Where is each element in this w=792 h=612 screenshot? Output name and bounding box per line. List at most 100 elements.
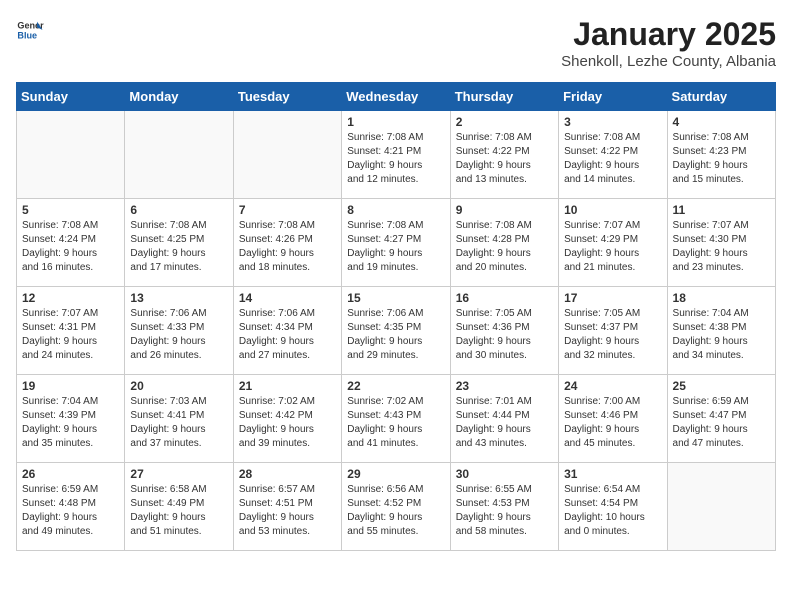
day-info: Sunrise: 6:54 AM Sunset: 4:54 PM Dayligh… <box>564 483 661 539</box>
calendar-cell: 25 Sunrise: 6:59 AM Sunset: 4:47 PM Dayli… <box>667 375 775 463</box>
day-info: Sunrise: 7:04 AM Sunset: 4:38 PM Dayligh… <box>673 307 770 363</box>
day-number: 27 <box>130 467 227 481</box>
day-info: Sunrise: 7:01 AM Sunset: 4:44 PM Dayligh… <box>456 395 553 451</box>
calendar-cell: 12Sunrise: 7:07 AM Sunset: 4:31 PM Dayli… <box>17 287 125 375</box>
day-info: Sunrise: 7:08 AM Sunset: 4:26 PM Dayligh… <box>239 219 336 275</box>
day-info: Sunrise: 7:07 AM Sunset: 4:29 PM Dayligh… <box>564 219 661 275</box>
calendar-cell: 27 Sunrise: 6:58 AM Sunset: 4:49 PM Dayli… <box>125 463 233 551</box>
day-number: 23 <box>456 379 553 393</box>
day-number: 9 <box>456 203 553 217</box>
day-number: 31 <box>564 467 661 481</box>
calendar-cell: 9 Sunrise: 7:08 AM Sunset: 4:28 PM Daylig… <box>450 199 558 287</box>
day-info: Sunrise: 7:03 AM Sunset: 4:41 PM Dayligh… <box>130 395 227 451</box>
day-number: 21 <box>239 379 336 393</box>
calendar-cell <box>233 111 341 199</box>
day-info: Sunrise: 7:08 AM Sunset: 4:22 PM Dayligh… <box>564 131 661 187</box>
day-number: 7 <box>239 203 336 217</box>
page-header: General Blue January 2025 Shenkoll, Lezh… <box>16 16 776 70</box>
day-number: 19 <box>22 379 119 393</box>
calendar-cell: 23 Sunrise: 7:01 AM Sunset: 4:44 PM Dayli… <box>450 375 558 463</box>
day-info: Sunrise: 7:06 AM Sunset: 4:33 PM Dayligh… <box>130 307 227 363</box>
day-number: 12 <box>22 291 119 305</box>
day-info: Sunrise: 7:08 AM Sunset: 4:24 PM Dayligh… <box>22 219 119 275</box>
day-number: 17 <box>564 291 661 305</box>
day-number: 4 <box>673 115 770 129</box>
day-info: Sunrise: 6:59 AM Sunset: 4:48 PM Dayligh… <box>22 483 119 539</box>
weekday-header-row: SundayMondayTuesdayWednesdayThursdayFrid… <box>17 83 776 111</box>
weekday-header-monday: Monday <box>125 83 233 111</box>
logo-icon: General Blue <box>16 16 44 44</box>
calendar-cell: 7 Sunrise: 7:08 AM Sunset: 4:26 PM Daylig… <box>233 199 341 287</box>
calendar-cell: 1Sunrise: 7:08 AM Sunset: 4:21 PM Daylig… <box>342 111 450 199</box>
day-number: 5 <box>22 203 119 217</box>
calendar-cell: 13 Sunrise: 7:06 AM Sunset: 4:33 PM Dayli… <box>125 287 233 375</box>
calendar-table: SundayMondayTuesdayWednesdayThursdayFrid… <box>16 82 776 551</box>
day-number: 16 <box>456 291 553 305</box>
day-number: 11 <box>673 203 770 217</box>
week-row-2: 5 Sunrise: 7:08 AM Sunset: 4:24 PM Daylig… <box>17 199 776 287</box>
day-number: 8 <box>347 203 444 217</box>
calendar-cell: 21 Sunrise: 7:02 AM Sunset: 4:42 PM Dayli… <box>233 375 341 463</box>
day-number: 10 <box>564 203 661 217</box>
day-info: Sunrise: 7:00 AM Sunset: 4:46 PM Dayligh… <box>564 395 661 451</box>
day-number: 2 <box>456 115 553 129</box>
day-info: Sunrise: 7:06 AM Sunset: 4:34 PM Dayligh… <box>239 307 336 363</box>
day-number: 14 <box>239 291 336 305</box>
day-info: Sunrise: 6:55 AM Sunset: 4:53 PM Dayligh… <box>456 483 553 539</box>
week-row-1: 1Sunrise: 7:08 AM Sunset: 4:21 PM Daylig… <box>17 111 776 199</box>
calendar-cell: 20 Sunrise: 7:03 AM Sunset: 4:41 PM Dayli… <box>125 375 233 463</box>
day-info: Sunrise: 7:08 AM Sunset: 4:25 PM Dayligh… <box>130 219 227 275</box>
day-number: 29 <box>347 467 444 481</box>
day-number: 3 <box>564 115 661 129</box>
calendar-cell <box>17 111 125 199</box>
calendar-cell: 8 Sunrise: 7:08 AM Sunset: 4:27 PM Daylig… <box>342 199 450 287</box>
calendar-title: January 2025 <box>561 16 776 53</box>
day-number: 25 <box>673 379 770 393</box>
weekday-header-saturday: Saturday <box>667 83 775 111</box>
day-number: 6 <box>130 203 227 217</box>
day-info: Sunrise: 7:05 AM Sunset: 4:37 PM Dayligh… <box>564 307 661 363</box>
day-info: Sunrise: 6:58 AM Sunset: 4:49 PM Dayligh… <box>130 483 227 539</box>
calendar-cell: 4 Sunrise: 7:08 AM Sunset: 4:23 PM Daylig… <box>667 111 775 199</box>
calendar-cell: 2 Sunrise: 7:08 AM Sunset: 4:22 PM Daylig… <box>450 111 558 199</box>
calendar-cell: 29 Sunrise: 6:56 AM Sunset: 4:52 PM Dayli… <box>342 463 450 551</box>
day-info: Sunrise: 7:08 AM Sunset: 4:28 PM Dayligh… <box>456 219 553 275</box>
calendar-cell: 14 Sunrise: 7:06 AM Sunset: 4:34 PM Dayli… <box>233 287 341 375</box>
day-info: Sunrise: 7:08 AM Sunset: 4:23 PM Dayligh… <box>673 131 770 187</box>
day-number: 26 <box>22 467 119 481</box>
day-info: Sunrise: 7:08 AM Sunset: 4:22 PM Dayligh… <box>456 131 553 187</box>
day-info: Sunrise: 7:07 AM Sunset: 4:30 PM Dayligh… <box>673 219 770 275</box>
weekday-header-wednesday: Wednesday <box>342 83 450 111</box>
title-block: January 2025 Shenkoll, Lezhe County, Alb… <box>561 16 776 70</box>
day-info: Sunrise: 6:56 AM Sunset: 4:52 PM Dayligh… <box>347 483 444 539</box>
day-number: 18 <box>673 291 770 305</box>
calendar-cell: 30 Sunrise: 6:55 AM Sunset: 4:53 PM Dayli… <box>450 463 558 551</box>
day-info: Sunrise: 7:02 AM Sunset: 4:42 PM Dayligh… <box>239 395 336 451</box>
week-row-5: 26 Sunrise: 6:59 AM Sunset: 4:48 PM Dayli… <box>17 463 776 551</box>
day-info: Sunrise: 7:04 AM Sunset: 4:39 PM Dayligh… <box>22 395 119 451</box>
day-info: Sunrise: 6:59 AM Sunset: 4:47 PM Dayligh… <box>673 395 770 451</box>
day-number: 24 <box>564 379 661 393</box>
svg-text:General: General <box>17 21 44 31</box>
calendar-cell: 10 Sunrise: 7:07 AM Sunset: 4:29 PM Dayli… <box>559 199 667 287</box>
calendar-cell: 19 Sunrise: 7:04 AM Sunset: 4:39 PM Dayli… <box>17 375 125 463</box>
calendar-cell: 18 Sunrise: 7:04 AM Sunset: 4:38 PM Dayli… <box>667 287 775 375</box>
calendar-cell: 24 Sunrise: 7:00 AM Sunset: 4:46 PM Dayli… <box>559 375 667 463</box>
day-number: 22 <box>347 379 444 393</box>
day-number: 13 <box>130 291 227 305</box>
calendar-cell <box>125 111 233 199</box>
weekday-header-sunday: Sunday <box>17 83 125 111</box>
calendar-cell: 31 Sunrise: 6:54 AM Sunset: 4:54 PM Dayli… <box>559 463 667 551</box>
day-info: Sunrise: 7:08 AM Sunset: 4:27 PM Dayligh… <box>347 219 444 275</box>
day-info: Sunrise: 7:05 AM Sunset: 4:36 PM Dayligh… <box>456 307 553 363</box>
day-number: 1 <box>347 115 444 129</box>
week-row-4: 19 Sunrise: 7:04 AM Sunset: 4:39 PM Dayli… <box>17 375 776 463</box>
calendar-cell: 16 Sunrise: 7:05 AM Sunset: 4:36 PM Dayli… <box>450 287 558 375</box>
day-number: 20 <box>130 379 227 393</box>
weekday-header-friday: Friday <box>559 83 667 111</box>
day-number: 30 <box>456 467 553 481</box>
day-info: Sunrise: 7:06 AM Sunset: 4:35 PM Dayligh… <box>347 307 444 363</box>
day-number: 15 <box>347 291 444 305</box>
day-info: Sunrise: 7:02 AM Sunset: 4:43 PM Dayligh… <box>347 395 444 451</box>
calendar-cell: 17 Sunrise: 7:05 AM Sunset: 4:37 PM Dayli… <box>559 287 667 375</box>
